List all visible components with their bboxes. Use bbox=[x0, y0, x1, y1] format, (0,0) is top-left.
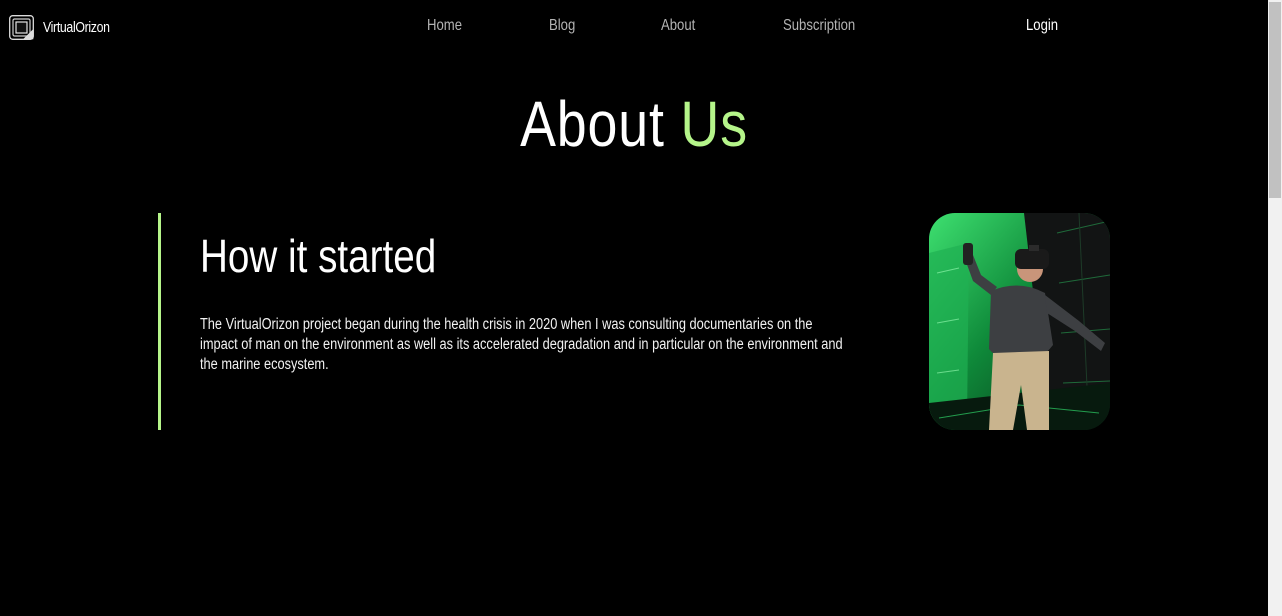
brand-logo-link[interactable]: VirtualOrizon bbox=[9, 15, 124, 40]
vr-headset-photo bbox=[929, 213, 1110, 430]
site-header: VirtualOrizon Home Blog About Subscripti… bbox=[0, 0, 1268, 56]
section-heading: How it started bbox=[200, 230, 437, 282]
nav-link-about[interactable]: About bbox=[661, 17, 695, 35]
square-frame-logo-icon bbox=[9, 15, 34, 40]
page-title-main: About bbox=[520, 88, 665, 160]
section-accent-bar bbox=[158, 213, 161, 430]
nav-link-home[interactable]: Home bbox=[427, 17, 462, 35]
brand-name: VirtualOrizon bbox=[43, 19, 110, 36]
page-scrollbar[interactable] bbox=[1268, 0, 1282, 616]
page-title: About Us bbox=[101, 86, 1166, 162]
nav-link-subscription[interactable]: Subscription bbox=[783, 17, 855, 35]
page-title-accent: Us bbox=[680, 88, 748, 160]
nav-link-blog[interactable]: Blog bbox=[549, 17, 575, 35]
login-link[interactable]: Login bbox=[1026, 17, 1058, 35]
scrollbar-thumb[interactable] bbox=[1269, 2, 1281, 198]
section-body-text: The VirtualOrizon project began during t… bbox=[200, 316, 843, 373]
